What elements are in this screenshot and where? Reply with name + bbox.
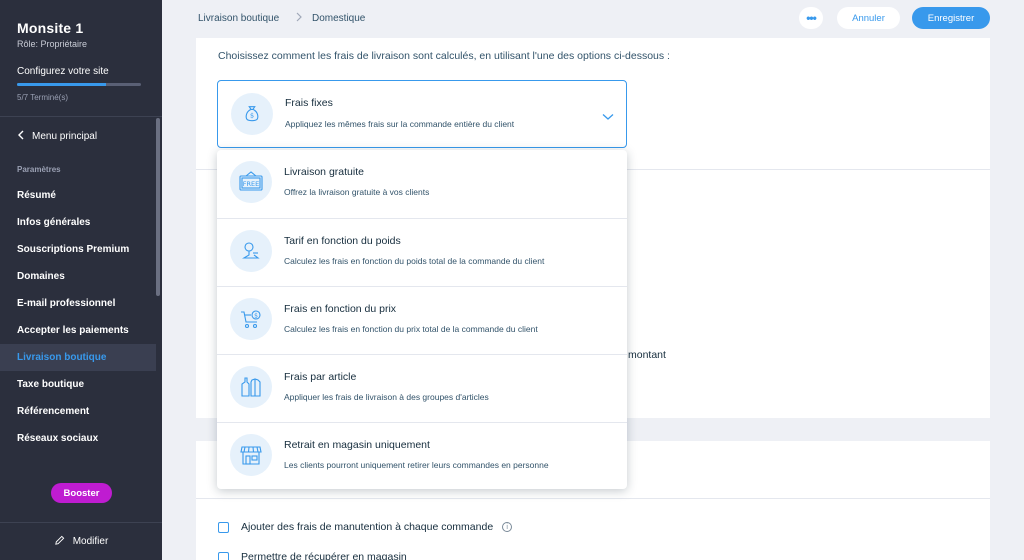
sidebar-item[interactable]: Livraison boutique	[0, 344, 156, 371]
dropdown-option[interactable]: FREE Livraison gratuite Offrez la livraiso…	[217, 150, 627, 218]
svg-text:$: $	[250, 112, 254, 120]
option-title: Retrait en magasin uniquement	[284, 439, 430, 451]
dropdown-option[interactable]: Frais par article Appliquer les frais de …	[217, 354, 627, 422]
main-menu-link[interactable]: Menu principal	[17, 130, 97, 143]
dropdown-option[interactable]: Retrait en magasin uniquement Les clients…	[217, 422, 627, 490]
setup-progress-fill	[17, 83, 106, 86]
pencil-icon	[54, 535, 65, 549]
settings-nav: Résumé Infos générales Souscriptions Premi…	[0, 182, 156, 479]
svg-text:FREE: FREE	[243, 180, 259, 188]
selected-option-title: Frais fixes	[285, 97, 333, 109]
store-pickup-label: Permettre de récupérer en magasin	[241, 551, 407, 560]
handling-fee-label: Ajouter des frais de manutention à chaqu…	[241, 521, 494, 533]
chevron-left-icon	[17, 130, 25, 143]
site-header: Monsite 1 Rôle: Propriétaire Configurez …	[0, 0, 162, 117]
divider	[196, 498, 990, 499]
dropdown-option[interactable]: Tarif en fonction du poids Calculez les f…	[217, 218, 627, 286]
cart-price-icon: $	[230, 298, 272, 340]
rate-method-select[interactable]: $ Frais fixes Appliquez les mêmes frais …	[217, 80, 627, 148]
info-icon[interactable]: i	[502, 522, 513, 532]
option-title: Tarif en fonction du poids	[284, 235, 401, 247]
money-bag-icon: $	[231, 93, 273, 135]
breadcrumb-chevron-icon	[295, 11, 303, 26]
partial-hidden-text: montant	[628, 349, 666, 361]
booster-button[interactable]: Booster	[51, 483, 112, 503]
option-title: Livraison gratuite	[284, 166, 364, 178]
sidebar-fade	[0, 460, 162, 474]
option-title: Frais en fonction du prix	[284, 303, 397, 315]
sidebar: Monsite 1 Rôle: Propriétaire Configurez …	[0, 0, 162, 560]
dropdown-option[interactable]: $ Frais en fonction du prix Calculez les f…	[217, 286, 627, 354]
breadcrumb-current: Domestique	[312, 13, 366, 24]
sidebar-item[interactable]: Souscriptions Premium	[0, 236, 156, 263]
weight-scale-icon	[230, 230, 272, 272]
store-icon	[230, 434, 272, 476]
free-tag-icon: FREE	[230, 161, 272, 203]
sidebar-item[interactable]: E-mail professionnel	[0, 290, 156, 317]
sidebar-item[interactable]: Taxe boutique	[0, 371, 156, 398]
main-menu-label: Menu principal	[32, 131, 98, 142]
rate-method-dropdown: FREE Livraison gratuite Offrez la livraiso…	[217, 150, 627, 489]
breadcrumb-parent[interactable]: Livraison boutique	[198, 13, 279, 24]
items-group-icon	[230, 366, 272, 408]
save-button[interactable]: Enregistrer	[912, 7, 990, 29]
option-desc: Appliquer les frais de livraison à des g…	[284, 392, 489, 402]
settings-section-label: Paramètres	[17, 165, 61, 174]
configure-site-link[interactable]: Configurez votre site	[17, 66, 145, 77]
top-bar: Livraison boutique Domestique ••• Annule…	[162, 0, 1024, 38]
setup-progress-text: 5/7 Terminé(s)	[17, 93, 68, 102]
sidebar-scrollbar[interactable]	[156, 118, 160, 296]
sidebar-item[interactable]: Réseaux sociaux	[0, 425, 156, 452]
cancel-button[interactable]: Annuler	[837, 7, 900, 29]
option-desc: Calculez les frais en fonction du prix t…	[284, 324, 538, 334]
sidebar-item[interactable]: Accepter les paiements	[0, 317, 156, 344]
store-pickup-option[interactable]: Permettre de récupérer en magasin	[218, 551, 407, 560]
sidebar-item[interactable]: Résumé	[0, 182, 156, 209]
modify-label: Modifier	[72, 536, 109, 547]
handling-fee-option[interactable]: Ajouter des frais de manutention à chaqu…	[218, 521, 513, 533]
option-desc: Les clients pourront uniquement retirer …	[284, 460, 549, 470]
svg-text:$: $	[254, 313, 258, 320]
chevron-down-icon[interactable]	[602, 108, 614, 126]
site-name[interactable]: Monsite 1	[17, 20, 145, 36]
option-desc: Offrez la livraison gratuite à vos clien…	[284, 187, 430, 197]
sidebar-item[interactable]: Infos générales	[0, 209, 156, 236]
rate-method-intro: Choisissez comment les frais de livraiso…	[218, 50, 670, 62]
more-actions-button[interactable]: •••	[799, 7, 823, 29]
handling-fee-checkbox[interactable]	[218, 521, 229, 533]
sidebar-item[interactable]: Domaines	[0, 263, 156, 290]
option-desc: Calculez les frais en fonction du poids …	[284, 256, 545, 266]
store-pickup-checkbox[interactable]	[218, 551, 229, 560]
selected-option-desc: Appliquez les mêmes frais sur la command…	[285, 119, 515, 129]
site-role: Rôle: Propriétaire	[17, 39, 88, 49]
modify-button[interactable]: Modifier	[0, 522, 162, 560]
sidebar-item[interactable]: Référencement	[0, 398, 156, 425]
setup-progress-bar	[17, 83, 141, 86]
option-title: Frais par article	[284, 371, 357, 383]
